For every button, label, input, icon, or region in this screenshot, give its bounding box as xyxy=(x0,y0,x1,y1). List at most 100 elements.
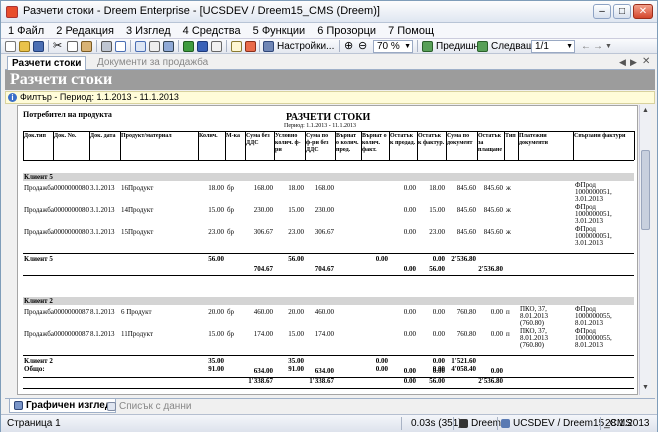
menu-edit[interactable]: 2 Редакция xyxy=(56,23,114,39)
total-remaining-invoice: 0.00 xyxy=(432,255,445,263)
settings-icon xyxy=(263,40,274,52)
report-period: Период: 1.1.2013 - 11.1.2013 xyxy=(284,123,357,129)
minimize-button[interactable]: – xyxy=(593,4,611,19)
total-invoice-sum: 704.67 xyxy=(314,265,334,273)
row-doc-date: 8.1.2013 xyxy=(90,330,115,338)
row-qty: 15.00 xyxy=(208,206,224,214)
tab-scroll-right-icon[interactable]: ▶ xyxy=(630,57,637,68)
page-select[interactable]: 1/1 ▼ xyxy=(531,40,575,53)
tab-scroll-left-icon[interactable]: ◀ xyxy=(619,57,626,68)
row-doc-type: Продажба xyxy=(24,330,54,338)
column-header: Върнат о колич. прод. xyxy=(336,133,359,153)
total-remaining-pay: 2'536.80 xyxy=(478,265,503,273)
paste-icon[interactable] xyxy=(81,40,92,53)
zoom-in-icon[interactable]: ⊕ xyxy=(344,40,353,53)
scroll-thumb[interactable] xyxy=(641,150,650,230)
menu-file[interactable]: 1 Файл xyxy=(8,23,44,39)
grand-returned: 0.00 xyxy=(375,365,388,373)
row-doc-type: Продажба xyxy=(24,308,54,316)
filter-icon[interactable] xyxy=(163,40,174,53)
forward-arrow-icon[interactable]: → xyxy=(593,40,603,53)
filter-bar[interactable]: i Филтър - Период: 1.1.2013 - 11.1.2013 xyxy=(5,91,655,104)
close-button[interactable]: ✕ xyxy=(633,4,653,19)
column-header: Тип xyxy=(505,133,516,139)
menu-view[interactable]: 3 Изглед xyxy=(126,23,171,39)
row-doc-type: Продажба xyxy=(24,184,54,192)
row-remaining-invoice: 0.00 xyxy=(432,330,445,338)
total-remaining-invoice: 0.00 xyxy=(432,357,445,365)
word-icon[interactable] xyxy=(197,40,208,53)
row-doc-date: 3.1.2013 xyxy=(90,184,115,192)
menu-tools[interactable]: 4 Средства xyxy=(183,23,241,39)
next-page-icon xyxy=(477,40,488,52)
open-icon[interactable] xyxy=(19,40,30,53)
column-header: Сума без ДДС xyxy=(246,133,270,146)
row-qty: 23.00 xyxy=(208,228,224,236)
grand-qty: 91.00 xyxy=(208,365,224,373)
previous-page-button[interactable]: Предишна xyxy=(422,40,485,53)
chart-icon[interactable] xyxy=(245,40,256,53)
group-header-band xyxy=(23,297,634,305)
maximize-button[interactable]: □ xyxy=(613,4,631,19)
scroll-down-icon[interactable]: ▼ xyxy=(642,384,649,391)
menu-windows[interactable]: 6 Прозорци xyxy=(317,23,376,39)
row-remaining-invoice: 15.00 xyxy=(429,206,445,214)
row-type-mark: ж xyxy=(506,184,511,192)
chevron-down-icon: ▼ xyxy=(404,43,411,50)
excel-icon[interactable] xyxy=(183,40,194,53)
group-name: Клиент 5 xyxy=(24,173,53,181)
export-icon[interactable] xyxy=(211,40,222,53)
row-doc-date: 8.1.2013 xyxy=(90,308,115,316)
tab-razcheti-stoki[interactable]: Разчети стоки xyxy=(7,56,87,70)
previous-page-icon xyxy=(422,40,433,52)
copy-icon[interactable] xyxy=(67,40,78,53)
dropdown-arrow-icon[interactable]: ▼ xyxy=(605,40,612,53)
status-page: Страница 1 xyxy=(7,418,61,429)
scroll-up-icon[interactable]: ▲ xyxy=(642,107,649,114)
grand-cond-qty: 91.00 xyxy=(288,365,304,373)
row-remaining-invoice: 18.00 xyxy=(429,184,445,192)
cut-icon[interactable]: ✂ xyxy=(53,40,62,53)
table-icon[interactable] xyxy=(135,40,146,53)
new-icon[interactable] xyxy=(5,40,16,53)
column-header: Остатък к продад. xyxy=(390,133,416,146)
total-rule xyxy=(23,253,634,254)
row-product: 11Продукт xyxy=(121,330,154,338)
chevron-down-icon: ▼ xyxy=(566,43,573,50)
back-arrow-icon[interactable]: ← xyxy=(581,40,591,53)
row-sum: 230.00 xyxy=(253,206,273,214)
zoom-select[interactable]: 70 % ▼ xyxy=(373,40,413,53)
row-doc-date: 3.1.2013 xyxy=(90,228,115,236)
mail-icon[interactable] xyxy=(231,40,242,53)
row-linked-invoice: ФПрод 1000000055, 8.01.2013 xyxy=(575,327,612,349)
row-invoice-sum: 230.00 xyxy=(314,206,334,214)
settings-button[interactable]: Настройки... xyxy=(263,40,334,53)
total-sum: 634.00 xyxy=(253,367,273,375)
column-header: Продукт/материал xyxy=(121,133,172,139)
menu-help[interactable]: 7 Помощ xyxy=(388,23,434,39)
grid-icon[interactable] xyxy=(149,40,160,53)
row-doc-no: 0000000087 xyxy=(54,308,89,316)
vertical-scrollbar[interactable]: ▲ ▼ xyxy=(639,105,651,395)
tab-close-icon[interactable]: ✕ xyxy=(642,56,650,67)
status-time: 0.03s (351) xyxy=(411,418,462,429)
row-product: 16Продукт xyxy=(121,184,154,192)
dreem-icon xyxy=(459,418,468,428)
menu-functions[interactable]: 5 Функции xyxy=(253,23,306,39)
row-doc-sum: 845.60 xyxy=(456,206,476,214)
column-header: Сума по ф-ри без ДДС xyxy=(306,133,329,153)
total-rule xyxy=(23,355,634,356)
row-remaining-invoice: 0.00 xyxy=(432,308,445,316)
preview-icon[interactable] xyxy=(115,40,126,53)
tab-documents-sale[interactable]: Документи за продажба xyxy=(93,56,212,70)
row-remaining-sale: 0.00 xyxy=(403,206,416,214)
print-icon[interactable] xyxy=(101,40,112,53)
total-invoice-sum: 634.00 xyxy=(314,367,334,375)
total-returned-2: 0.00 xyxy=(403,367,416,375)
save-icon[interactable] xyxy=(33,40,44,53)
zoom-out-icon[interactable]: ⊖ xyxy=(358,40,367,53)
tab-graphic-view[interactable]: Графичен изглед xyxy=(9,399,117,413)
row-doc-no: 0000000087 xyxy=(54,330,89,338)
row-type-mark: п xyxy=(506,330,510,338)
tab-data-list[interactable]: Списък с данни xyxy=(103,400,195,414)
